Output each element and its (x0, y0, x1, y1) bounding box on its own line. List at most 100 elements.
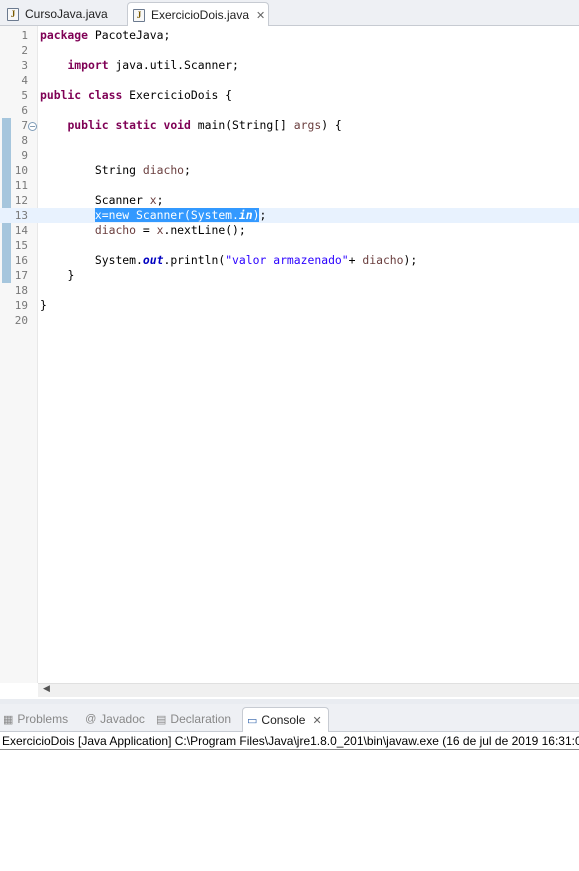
code-text: java.util.Scanner; (108, 58, 239, 72)
line-number: 8 (21, 134, 28, 147)
horizontal-scrollbar[interactable]: ◀ (38, 683, 579, 697)
code-line: 16 System.out.println("valor armazenado"… (0, 253, 579, 268)
code-line: 10 String diacho; (0, 163, 579, 178)
code-line: 18 (0, 283, 579, 298)
code-line: 5 public class ExercicioDois { (0, 88, 579, 103)
line-number: 7 (21, 119, 28, 132)
line-number: 14 (14, 224, 28, 237)
code-line: 17 } (0, 268, 579, 283)
line-number: 3 (21, 59, 28, 72)
line-number: 1 (21, 29, 28, 42)
variable: diacho (94, 223, 137, 237)
tab-label: Problems (17, 712, 69, 726)
line-number: 20 (14, 314, 28, 327)
line-number: 6 (21, 104, 28, 117)
problems-icon: ▦ (3, 713, 14, 726)
javadoc-icon: @ (85, 713, 97, 725)
code-line: 19} (0, 298, 579, 313)
line-number: 17 (14, 269, 28, 282)
code-text: = (136, 223, 157, 237)
code-text: x=new Scanner(System. (94, 208, 239, 222)
code-text: .nextLine(); (163, 223, 246, 237)
tab-label: Javadoc (100, 712, 145, 726)
line-number: 4 (21, 74, 28, 87)
tab-declaration[interactable]: ▤ Declaration (156, 707, 231, 731)
code-text: ; (184, 163, 191, 177)
code-line: 3 import java.util.Scanner; (0, 58, 579, 73)
selected-code: x=new Scanner(System.in) (94, 208, 260, 222)
string-literal: "valor armazenado" (225, 253, 349, 267)
code-text: .println( (163, 253, 226, 267)
keyword: void (163, 118, 191, 132)
code-text: PacoteJava; (88, 28, 171, 42)
code-text: ; (259, 208, 267, 222)
line-number: 5 (21, 89, 28, 102)
declaration-icon: ▤ (156, 713, 167, 726)
keyword: public (40, 88, 82, 102)
line-number: 15 (14, 239, 28, 252)
variable: diacho (362, 253, 404, 267)
tab-label: ExercicioDois.java (151, 8, 250, 22)
keyword: static (115, 118, 157, 132)
keyword: class (88, 88, 123, 102)
keyword: import (67, 58, 109, 72)
line-number: 9 (21, 149, 28, 162)
code-text: main(String[] (190, 118, 294, 132)
line-number: 10 (14, 164, 28, 177)
code-line: 14 diacho = x.nextLine(); (0, 223, 579, 238)
code-line: 1 package PacoteJava; (0, 28, 579, 43)
code-text: ; (156, 193, 164, 207)
close-icon[interactable]: ✕ (256, 9, 265, 22)
java-file-icon: J (7, 7, 19, 21)
line-number: 18 (14, 284, 28, 297)
code-line: 20 (0, 313, 579, 328)
editor-tab-bar: J CursoJava.java J ExercicioDois.java ✕ (0, 0, 579, 27)
field: out (142, 253, 164, 267)
line-number: 16 (14, 254, 28, 267)
code-text: System. (94, 253, 143, 267)
tab-console[interactable]: ▭ Console ✕ (242, 707, 329, 732)
code-line: 6 (0, 103, 579, 118)
field: in (238, 208, 253, 222)
code-text: ExercicioDois { (122, 88, 233, 102)
code-line: 2 (0, 43, 579, 58)
keyword: package (40, 28, 89, 42)
code-text: ); (403, 253, 418, 267)
variable: args (293, 118, 322, 132)
variable: x (149, 193, 157, 207)
tab-label: Declaration (170, 712, 232, 726)
tab-cursojava[interactable]: J CursoJava.java (3, 2, 125, 26)
tab-javadoc[interactable]: @ Javadoc (85, 707, 145, 731)
code-text: + (348, 253, 363, 267)
line-number: 12 (14, 194, 28, 207)
scroll-left-icon[interactable]: ◀ (43, 684, 50, 694)
variable: diacho (142, 163, 185, 177)
code-line: 15 (0, 238, 579, 253)
code-text: ) { (321, 118, 342, 132)
line-number: 19 (14, 299, 28, 312)
line-number: 11 (14, 179, 28, 192)
code-text: } (40, 298, 47, 312)
tab-label: Console (261, 713, 306, 727)
console-output[interactable] (0, 750, 579, 871)
code-line: 11 (0, 178, 579, 193)
code-text: } (67, 268, 75, 282)
console-icon: ▭ (247, 714, 258, 727)
tab-problems[interactable]: ▦ Problems (3, 707, 68, 731)
code-text: String (94, 163, 143, 177)
code-editor[interactable]: − 1 package PacoteJava; 2 3 import java.u… (0, 26, 579, 697)
close-icon[interactable]: ✕ (312, 714, 321, 727)
code-line-current: 13 x=new Scanner(System.in); (0, 208, 579, 223)
line-number: 13 (14, 209, 28, 222)
code-line: 7 public static void main(String[] args)… (0, 118, 579, 133)
bottom-panel-tab-bar: ▦ Problems @ Javadoc ▤ Declaration ▭ Con… (0, 704, 579, 732)
code-line: 8 (0, 133, 579, 148)
code-line: 4 (0, 73, 579, 88)
java-file-warning-icon: J (133, 8, 145, 22)
console-process-label: ExercicioDois [Java Application] C:\Prog… (0, 734, 579, 750)
code-line: 12 Scanner x; (0, 193, 579, 208)
code-text: Scanner (94, 193, 150, 207)
tab-exerciciodois[interactable]: J ExercicioDois.java ✕ (127, 2, 269, 27)
code-line: 9 (0, 148, 579, 163)
keyword: public (67, 118, 109, 132)
